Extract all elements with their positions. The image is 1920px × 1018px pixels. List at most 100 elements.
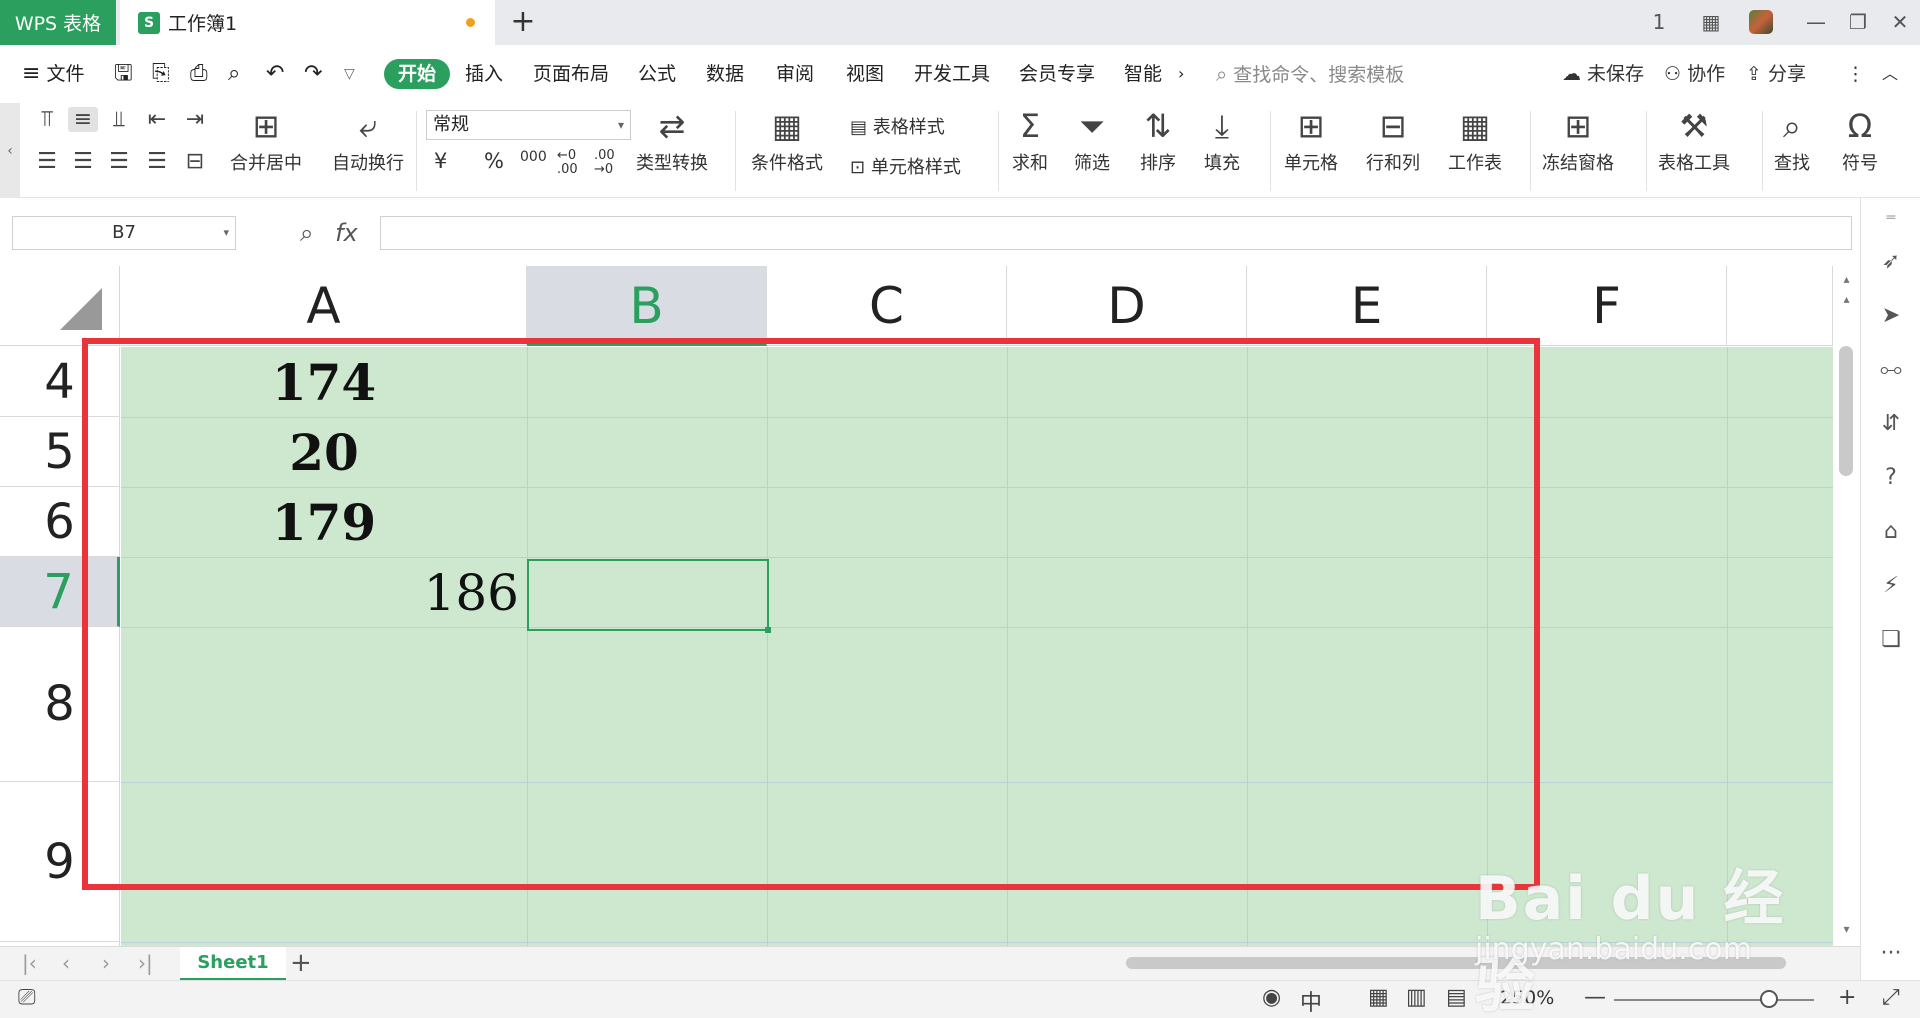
increase-decimal-button[interactable]: ←0 .00 <box>557 149 587 177</box>
symbol-button[interactable]: Ω 符号 <box>1842 103 1878 175</box>
add-sheet-button[interactable]: + <box>290 947 312 979</box>
type-convert-button[interactable]: ⇄ 类型转换 <box>636 103 708 175</box>
align-right-icon[interactable]: ☰ <box>104 149 134 174</box>
justify-icon[interactable]: ☰ <box>142 149 172 174</box>
filter-button[interactable]: ⏷ 筛选 <box>1074 103 1110 175</box>
page-layout-view-icon[interactable]: ▥ <box>1406 985 1427 1010</box>
column-header-c[interactable]: C <box>767 266 1007 346</box>
vertical-scrollbar[interactable]: ▴ ▴ ▾ <box>1833 266 1860 946</box>
find-button[interactable]: ⌕ 查找 <box>1774 103 1810 175</box>
tab-review[interactable]: 审阅 <box>776 59 814 89</box>
table-style-button[interactable]: ▤ 表格样式 <box>850 113 945 139</box>
percent-button[interactable]: % <box>484 149 504 173</box>
more-options-icon[interactable]: ⋮ <box>1846 59 1865 89</box>
align-top-icon[interactable]: ⫪ <box>32 107 62 132</box>
worksheet-button[interactable]: ▦ 工作表 <box>1448 103 1502 175</box>
tab-smart[interactable]: 智能 <box>1124 59 1162 89</box>
macro-icon[interactable]: ⎚ <box>18 985 36 1010</box>
file-menu[interactable]: ≡ 文件 <box>22 59 84 89</box>
function-icon[interactable]: fx <box>335 219 358 247</box>
more-horizontal-icon[interactable]: ··· <box>1877 940 1905 968</box>
rocket-icon[interactable]: ➶ <box>1877 248 1905 276</box>
language-icon[interactable]: 中 <box>1300 985 1322 1017</box>
distributed-align-icon[interactable]: ⊟ <box>180 149 210 174</box>
eye-protection-icon[interactable]: ◉ <box>1262 985 1281 1010</box>
tab-formulas[interactable]: 公式 <box>638 59 676 89</box>
align-center-icon[interactable]: ☰ <box>68 149 98 174</box>
tab-view[interactable]: 视图 <box>846 59 884 89</box>
scroll-up-icon[interactable]: ▴ <box>1833 292 1860 306</box>
tab-page-layout[interactable]: 页面布局 <box>533 59 609 89</box>
apps-grid-icon[interactable]: ▦ <box>1695 8 1727 36</box>
formula-input[interactable] <box>380 216 1852 250</box>
store-icon[interactable]: ⌂ <box>1877 518 1905 546</box>
collapse-ribbon-chevron-icon[interactable]: ︿ <box>1882 59 1898 89</box>
ribbon-scroll-left-icon[interactable]: ‹ <box>0 103 20 198</box>
adjust-icon[interactable]: ⧟ <box>1877 356 1905 384</box>
save-icon[interactable]: 🖫 <box>114 59 133 89</box>
cell-style-button[interactable]: ⊡ 单元格样式 <box>850 153 961 179</box>
minimize-button[interactable]: — <box>1800 8 1832 36</box>
thousands-separator-button[interactable]: 000 <box>520 149 547 165</box>
new-tab-button[interactable]: + <box>508 6 538 38</box>
page-break-view-icon[interactable]: ▤ <box>1446 985 1467 1010</box>
column-header-f[interactable]: F <box>1487 266 1727 346</box>
app-tab[interactable]: WPS 表格 <box>0 0 116 45</box>
command-search[interactable]: ⌕ 查找命令、搜索模板 <box>1216 59 1404 89</box>
undo-icon[interactable]: ↶ <box>266 59 284 89</box>
sort-button[interactable]: ⇅ 排序 <box>1140 103 1176 175</box>
merge-center-button[interactable]: ⊞ 合并居中 <box>230 103 302 175</box>
align-middle-icon[interactable]: ≡ <box>68 107 98 132</box>
zoom-search-icon[interactable]: ⌕ <box>300 219 313 247</box>
quick-access-dropdown-icon[interactable]: ▽ <box>344 59 355 89</box>
column-header-d[interactable]: D <box>1007 266 1247 346</box>
lightning-icon[interactable]: ⚡ <box>1877 572 1905 600</box>
column-header-e[interactable]: E <box>1247 266 1487 346</box>
column-header-g[interactable] <box>1727 266 1833 346</box>
tab-member[interactable]: 会员专享 <box>1019 59 1095 89</box>
scroll-up-icon[interactable]: ▴ <box>1833 272 1860 286</box>
table-tools-button[interactable]: ⚒ 表格工具 <box>1658 103 1730 175</box>
increase-indent-icon[interactable]: ⇥ <box>180 107 210 132</box>
last-sheet-icon[interactable]: ›| <box>138 951 153 975</box>
currency-button[interactable]: ¥ <box>434 149 447 173</box>
transform-icon[interactable]: ⇵ <box>1877 410 1905 438</box>
conditional-format-button[interactable]: ▦ 条件格式 <box>751 103 823 175</box>
share-button[interactable]: ⇪ 分享 <box>1746 59 1806 89</box>
cell-button[interactable]: ⊞ 单元格 <box>1284 103 1338 175</box>
row-col-button[interactable]: ⊟ 行和列 <box>1366 103 1420 175</box>
scroll-down-icon[interactable]: ▾ <box>1833 922 1860 936</box>
document-tab[interactable]: S 工作簿1 <box>120 0 495 45</box>
avatar[interactable] <box>1745 8 1777 36</box>
print-icon[interactable]: ⎙ <box>190 59 208 89</box>
tab-insert[interactable]: 插入 <box>465 59 503 89</box>
tab-developer[interactable]: 开发工具 <box>914 59 990 89</box>
name-box[interactable]: B7 ▾ <box>12 216 236 250</box>
more-tabs-chevron-icon[interactable]: › <box>1178 59 1184 89</box>
sum-button[interactable]: Σ 求和 <box>1012 103 1048 175</box>
column-header-a[interactable]: A <box>121 266 527 346</box>
fill-button[interactable]: ⤓ 填充 <box>1204 103 1240 175</box>
collaborate-button[interactable]: ⚇ 协作 <box>1664 59 1725 89</box>
align-bottom-icon[interactable]: ⫫ <box>104 107 134 132</box>
help-icon[interactable]: ? <box>1877 464 1905 492</box>
book-icon[interactable]: ❏ <box>1877 626 1905 654</box>
restore-button[interactable]: ❐ <box>1842 8 1874 36</box>
freeze-panes-button[interactable]: ⊞ 冻结窗格 <box>1542 103 1614 175</box>
tab-data[interactable]: 数据 <box>706 59 744 89</box>
first-sheet-icon[interactable]: |‹ <box>22 951 37 975</box>
next-sheet-icon[interactable]: › <box>102 951 110 975</box>
scrollbar-thumb[interactable] <box>1839 346 1853 476</box>
wrap-text-button[interactable]: ⤶ 自动换行 <box>332 103 404 175</box>
print-preview-icon[interactable]: ⌕ <box>228 59 240 89</box>
export-pdf-icon[interactable]: ⎘ <box>152 59 170 89</box>
cursor-icon[interactable]: ➤ <box>1877 302 1905 330</box>
number-format-select[interactable]: 常规 ▾ <box>426 110 631 140</box>
select-all-corner[interactable] <box>0 266 120 346</box>
tab-home[interactable]: 开始 <box>384 59 451 89</box>
align-left-icon[interactable]: ☰ <box>32 149 62 174</box>
zoom-in-button[interactable]: + <box>1838 985 1856 1010</box>
prev-sheet-icon[interactable]: ‹ <box>62 951 70 975</box>
decrease-indent-icon[interactable]: ⇤ <box>142 107 172 132</box>
column-header-b[interactable]: B <box>527 266 767 346</box>
